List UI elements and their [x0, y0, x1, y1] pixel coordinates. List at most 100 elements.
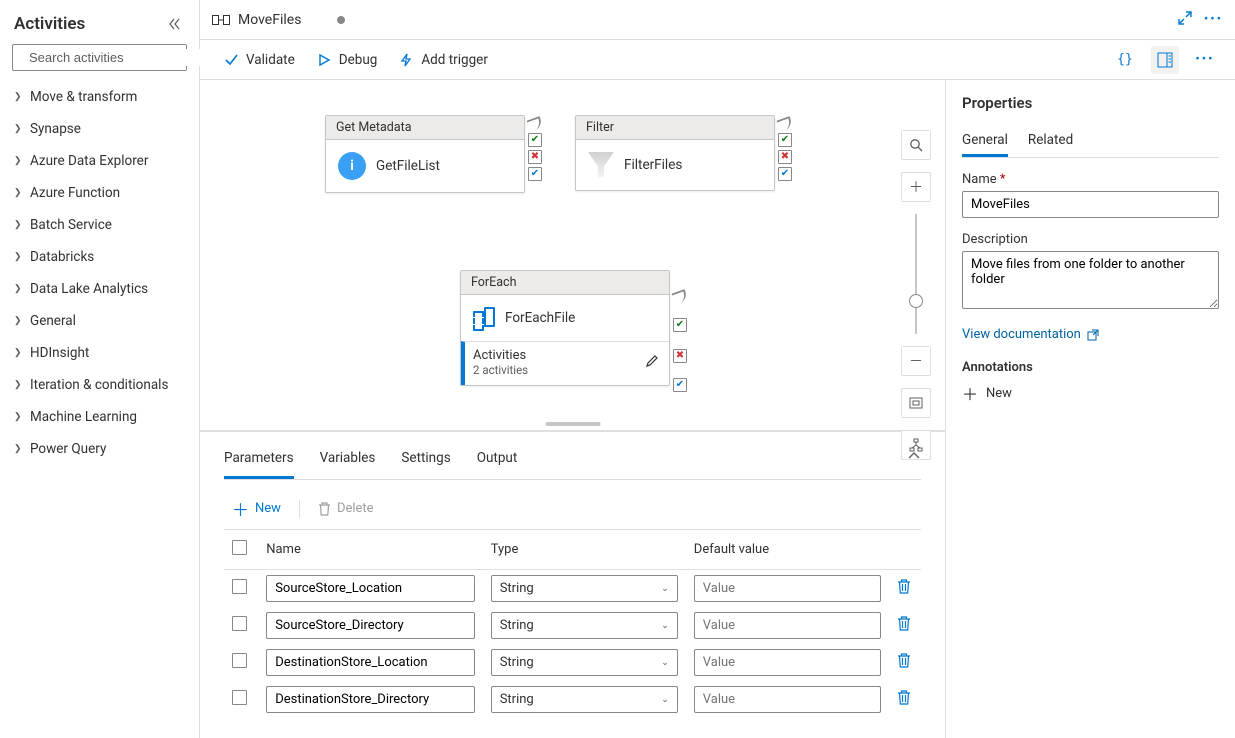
more-icon[interactable]: •••	[1204, 12, 1223, 27]
category-item[interactable]: ❯Power Query	[0, 433, 199, 465]
category-item[interactable]: ❯Move & transform	[0, 81, 199, 113]
category-item[interactable]: ❯Azure Function	[0, 177, 199, 209]
add-parameter-button[interactable]: ＋New	[232, 496, 281, 521]
filter-icon	[588, 152, 614, 178]
view-documentation-link[interactable]: View documentation	[962, 327, 1219, 342]
chevron-right-icon: ❯	[14, 220, 22, 230]
delete-row-button[interactable]	[889, 681, 921, 718]
activities-sidebar: Activities ❯Move & transform❯Synapse❯Azu…	[0, 0, 200, 738]
bottom-tab-parameters[interactable]: Parameters	[224, 440, 294, 479]
chevron-right-icon: ❯	[14, 444, 22, 454]
tab-bar: MoveFiles •••	[200, 0, 1235, 40]
foreach-icon	[473, 307, 495, 329]
row-checkbox[interactable]	[232, 579, 247, 594]
zoom-out-button[interactable]: －	[901, 346, 931, 376]
col-type: Type	[483, 530, 686, 570]
node-filter[interactable]: Filter FilterFiles ✔ ✖ ✔	[575, 115, 775, 191]
category-item[interactable]: ❯Batch Service	[0, 209, 199, 241]
chevron-right-icon: ❯	[14, 124, 22, 134]
row-checkbox[interactable]	[232, 653, 247, 668]
param-name-input[interactable]	[266, 612, 474, 639]
category-item[interactable]: ❯Azure Data Explorer	[0, 145, 199, 177]
param-type-select[interactable]: String⌄	[491, 575, 678, 602]
panel-resize-handle[interactable]	[545, 422, 600, 426]
chevron-down-icon: ⌄	[661, 621, 669, 631]
chevron-right-icon: ❯	[14, 348, 22, 358]
category-item[interactable]: ❯Synapse	[0, 113, 199, 145]
category-item[interactable]: ❯Iteration & conditionals	[0, 369, 199, 401]
param-value-input[interactable]	[694, 686, 881, 713]
param-type-select[interactable]: String⌄	[491, 612, 678, 639]
properties-toggle-icon[interactable]	[1151, 46, 1179, 74]
node-get-metadata[interactable]: Get Metadata i GetFileList ✔ ✖ ✔	[325, 115, 525, 193]
chevron-right-icon: ❯	[14, 380, 22, 390]
expand-icon[interactable]	[1178, 11, 1192, 29]
chevron-right-icon: ❯	[14, 252, 22, 262]
param-name-input[interactable]	[266, 575, 474, 602]
category-item[interactable]: ❯Databricks	[0, 241, 199, 273]
name-input[interactable]	[962, 191, 1219, 218]
bottom-tab-output[interactable]: Output	[477, 440, 518, 479]
category-item[interactable]: ❯General	[0, 305, 199, 337]
name-label: Name	[962, 172, 1219, 187]
row-checkbox[interactable]	[232, 690, 247, 705]
delete-row-button[interactable]	[889, 570, 921, 608]
sidebar-title: Activities	[14, 14, 85, 34]
param-type-select[interactable]: String⌄	[491, 686, 678, 713]
external-link-icon	[1087, 329, 1099, 341]
bottom-tab-settings[interactable]: Settings	[401, 440, 450, 479]
tab-title: MoveFiles	[238, 12, 301, 28]
code-view-icon[interactable]: {}	[1111, 46, 1139, 74]
param-type-select[interactable]: String⌄	[491, 649, 678, 676]
unsaved-dot-icon	[337, 16, 345, 24]
canvas-search-button[interactable]	[901, 130, 931, 160]
foreach-activities-section[interactable]: Activities 2 activities	[461, 341, 669, 385]
node-foreach[interactable]: ForEach ForEachFile Activities 2 activit…	[460, 270, 670, 386]
category-item[interactable]: ❯HDInsight	[0, 337, 199, 369]
node-header: ForEach	[461, 271, 669, 295]
debug-button[interactable]: Debug	[317, 52, 378, 68]
parameter-row: String⌄	[224, 681, 921, 718]
param-name-input[interactable]	[266, 649, 474, 676]
pipeline-icon	[212, 13, 230, 27]
add-annotation-button[interactable]: ＋New	[962, 381, 1219, 405]
chevron-right-icon: ❯	[14, 188, 22, 198]
search-activities-input[interactable]	[12, 44, 187, 71]
chevron-right-icon: ❯	[14, 284, 22, 294]
zoom-slider[interactable]	[915, 214, 917, 334]
bottom-tab-variables[interactable]: Variables	[320, 440, 376, 479]
prop-tab-related[interactable]: Related	[1028, 126, 1073, 157]
param-value-input[interactable]	[694, 575, 881, 602]
delete-row-button[interactable]	[889, 644, 921, 681]
toolbar-more-icon[interactable]: •••	[1191, 46, 1219, 74]
category-item[interactable]: ❯Data Lake Analytics	[0, 273, 199, 305]
validate-button[interactable]: Validate	[224, 52, 295, 68]
param-name-input[interactable]	[266, 686, 474, 713]
node-status-column: ✔ ✖ ✔	[673, 291, 687, 392]
delete-parameter-button[interactable]: Delete	[318, 501, 374, 516]
col-default: Default value	[686, 530, 889, 570]
info-icon: i	[338, 152, 366, 180]
param-value-input[interactable]	[694, 649, 881, 676]
delete-row-button[interactable]	[889, 607, 921, 644]
sidebar-collapse-icon[interactable]	[169, 18, 185, 30]
param-value-input[interactable]	[694, 612, 881, 639]
panel-collapse-icon[interactable]	[907, 450, 921, 465]
add-trigger-button[interactable]: Add trigger	[399, 52, 488, 68]
design-canvas[interactable]: Get Metadata i GetFileList ✔ ✖ ✔	[200, 80, 945, 431]
edit-icon[interactable]	[645, 354, 659, 372]
row-checkbox[interactable]	[232, 616, 247, 631]
chevron-down-icon: ⌄	[661, 695, 669, 705]
chevron-right-icon: ❯	[14, 92, 22, 102]
parameter-row: String⌄	[224, 644, 921, 681]
node-name: ForEachFile	[505, 310, 575, 326]
properties-title: Properties	[962, 94, 1219, 112]
fit-screen-button[interactable]	[901, 388, 931, 418]
node-status-column: ✔ ✖ ✔	[528, 118, 542, 181]
chevron-down-icon: ⌄	[661, 584, 669, 594]
select-all-checkbox[interactable]	[232, 540, 247, 555]
zoom-in-button[interactable]: ＋	[901, 172, 931, 202]
description-input[interactable]	[962, 251, 1219, 309]
prop-tab-general[interactable]: General	[962, 126, 1008, 157]
category-item[interactable]: ❯Machine Learning	[0, 401, 199, 433]
